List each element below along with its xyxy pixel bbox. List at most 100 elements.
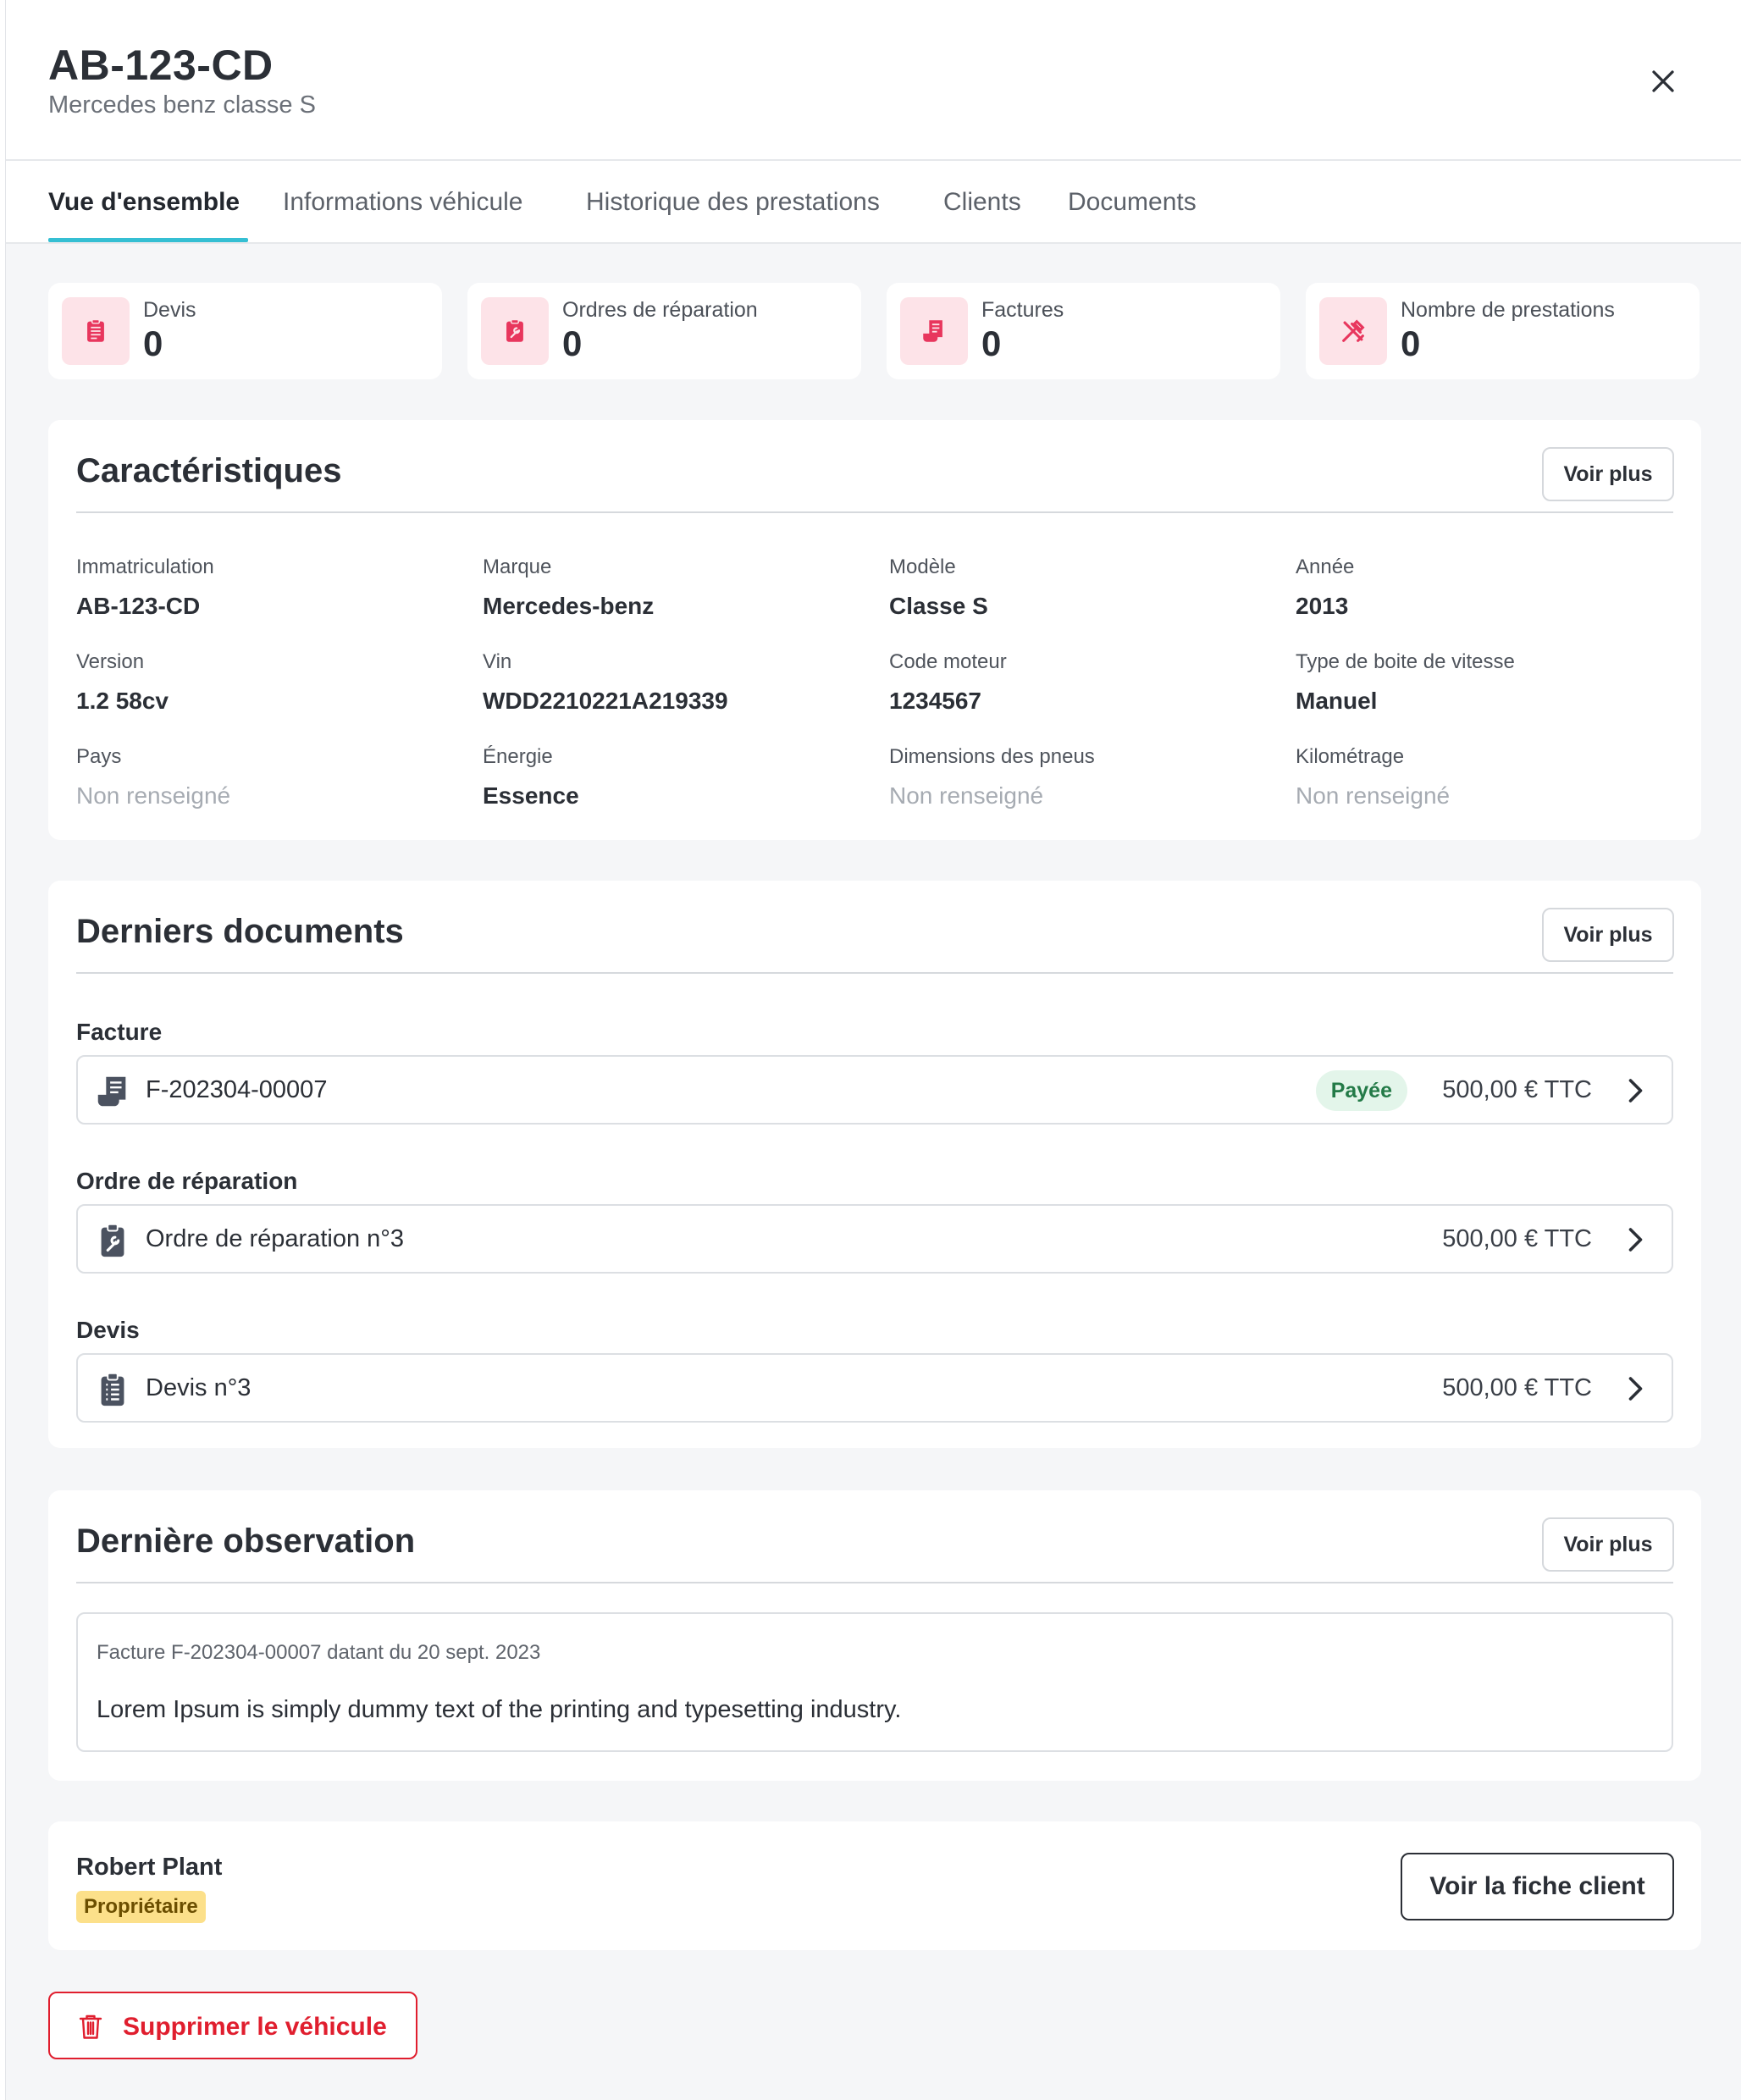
stat-card-repair-orders[interactable]: Ordres de réparation 0 (467, 283, 861, 379)
active-tab-indicator (48, 238, 248, 242)
tab-vehicle-info[interactable]: Informations véhicule (283, 188, 522, 217)
observation-box: Facture F-202304-00007 datant du 20 sept… (76, 1612, 1673, 1752)
owner-badge: Propriétaire (76, 1891, 206, 1923)
field-tire-dimensions: Dimensions des pneus Non renseigné (889, 745, 1095, 810)
field-value: Classe S (889, 593, 988, 619)
field-mileage: Kilométrage Non renseigné (1296, 745, 1450, 810)
latest-documents-card: Derniers documents Voir plus Facture F-2… (48, 881, 1701, 1448)
stat-icon-box (900, 297, 968, 365)
field-version: Version 1.2 58cv (76, 650, 169, 715)
stat-label: Ordres de réparation (562, 298, 758, 322)
quote-amount: 500,00 € TTC (1442, 1374, 1592, 1401)
characteristics-see-more-button[interactable]: Voir plus (1542, 447, 1674, 501)
field-brand: Marque Mercedes-benz (483, 555, 654, 620)
field-label: Pays (76, 745, 122, 768)
stat-icon-box (62, 297, 130, 365)
status-badge-paid: Payée (1315, 1070, 1407, 1111)
field-label: Code moteur (889, 650, 1007, 673)
field-value: Essence (483, 782, 579, 809)
field-year: Année 2013 (1296, 555, 1354, 620)
repair-order-icon (506, 318, 523, 342)
tab-overview[interactable]: Vue d'ensemble (48, 188, 240, 217)
chevron-right-icon (1628, 1079, 1643, 1102)
stat-label: Devis (143, 298, 196, 322)
tab-bar: Vue d'ensemble Informations véhicule His… (6, 161, 1741, 244)
field-value: 2013 (1296, 593, 1349, 619)
vehicle-model-subtitle: Mercedes benz classe S (48, 91, 316, 119)
section-divider (76, 1582, 1673, 1583)
repair-order-row[interactable]: Ordre de réparation n°3 500,00 € TTC (76, 1204, 1673, 1274)
field-energy: Énergie Essence (483, 745, 579, 810)
field-value: 1.2 58cv (76, 688, 169, 714)
stat-card-services[interactable]: Nombre de prestations 0 (1306, 283, 1700, 379)
field-value: Manuel (1296, 688, 1378, 714)
field-label: Marque (483, 555, 552, 578)
stat-label: Nombre de prestations (1401, 298, 1615, 322)
repair-order-group-label: Ordre de réparation (76, 1168, 298, 1194)
stat-card-invoices[interactable]: Factures 0 (887, 283, 1280, 379)
tab-clients[interactable]: Clients (943, 188, 1021, 217)
field-label: Type de boite de vitesse (1296, 650, 1515, 673)
field-value: Mercedes-benz (483, 593, 655, 619)
section-divider (76, 972, 1673, 974)
field-value: 1234567 (889, 688, 982, 714)
observation-text: Lorem Ipsum is simply dummy text of the … (97, 1696, 902, 1723)
repair-order-amount: 500,00 € TTC (1442, 1225, 1592, 1252)
delete-vehicle-button[interactable]: Supprimer le véhicule (48, 1992, 417, 2059)
repair-order-name: Ordre de réparation n°3 (146, 1225, 404, 1252)
invoice-number: F-202304-00007 (146, 1076, 328, 1103)
field-label: Énergie (483, 745, 553, 768)
owner-client-card: Robert Plant Propriétaire Voir la fiche … (48, 1821, 1701, 1950)
characteristics-card: Caractéristiques Voir plus Immatriculati… (48, 420, 1701, 840)
field-label: Modèle (889, 555, 956, 578)
field-value: Non renseigné (1296, 782, 1451, 809)
close-icon (1652, 70, 1674, 92)
panel-header: AB-123-CD Mercedes benz classe S (6, 0, 1741, 161)
invoice-amount: 500,00 € TTC (1442, 1076, 1592, 1103)
quote-group-label: Devis (76, 1317, 140, 1343)
field-vin: Vin WDD2210221A219339 (483, 650, 728, 715)
field-value: AB-123-CD (76, 593, 201, 619)
observation-source: Facture F-202304-00007 datant du 20 sept… (97, 1641, 541, 1664)
field-label: Immatriculation (76, 555, 214, 578)
quote-row[interactable]: Devis n°3 500,00 € TTC (76, 1353, 1673, 1423)
invoice-group-label: Facture (76, 1019, 163, 1045)
field-gearbox-type: Type de boite de vitesse Manuel (1296, 650, 1515, 715)
field-value: WDD2210221A219339 (483, 688, 728, 714)
latest-observation-card: Dernière observation Voir plus Facture F… (48, 1490, 1701, 1781)
field-registration: Immatriculation AB-123-CD (76, 555, 214, 620)
tab-service-history[interactable]: Historique des prestations (586, 188, 880, 217)
documents-see-more-button[interactable]: Voir plus (1542, 908, 1674, 962)
field-model: Modèle Classe S (889, 555, 988, 620)
invoice-row[interactable]: F-202304-00007 Payée 500,00 € TTC (76, 1055, 1673, 1125)
field-label: Dimensions des pneus (889, 745, 1095, 768)
stat-card-quotes[interactable]: Devis 0 (48, 283, 442, 379)
stat-value: 0 (143, 323, 163, 363)
quote-list-icon (101, 1372, 124, 1406)
invoice-icon (97, 1076, 126, 1107)
quote-name: Devis n°3 (146, 1374, 251, 1401)
field-value: Non renseigné (76, 782, 231, 809)
characteristics-title: Caractéristiques (76, 452, 342, 489)
repair-order-icon (101, 1223, 124, 1257)
field-label: Kilométrage (1296, 745, 1405, 768)
invoice-icon (923, 320, 942, 342)
view-client-button[interactable]: Voir la fiche client (1401, 1853, 1674, 1920)
stat-value: 0 (981, 323, 1002, 363)
tools-icon (1342, 319, 1365, 342)
section-divider (76, 511, 1673, 513)
field-country: Pays Non renseigné (76, 745, 230, 810)
observation-see-more-button[interactable]: Voir plus (1542, 1517, 1674, 1572)
chevron-right-icon (1628, 1377, 1643, 1401)
vehicle-panel: AB-123-CD Mercedes benz classe S Vue d'e… (5, 0, 1741, 2100)
delete-vehicle-label: Supprimer le véhicule (123, 2013, 387, 2041)
field-label: Version (76, 650, 145, 673)
tab-documents[interactable]: Documents (1068, 188, 1197, 217)
chevron-right-icon (1628, 1228, 1643, 1252)
latest-documents-title: Derniers documents (76, 913, 404, 950)
field-label: Année (1296, 555, 1355, 578)
vehicle-plate-title: AB-123-CD (48, 41, 274, 89)
stat-icon-box (481, 297, 549, 365)
stat-value: 0 (1401, 323, 1421, 363)
close-button[interactable] (1644, 63, 1682, 100)
